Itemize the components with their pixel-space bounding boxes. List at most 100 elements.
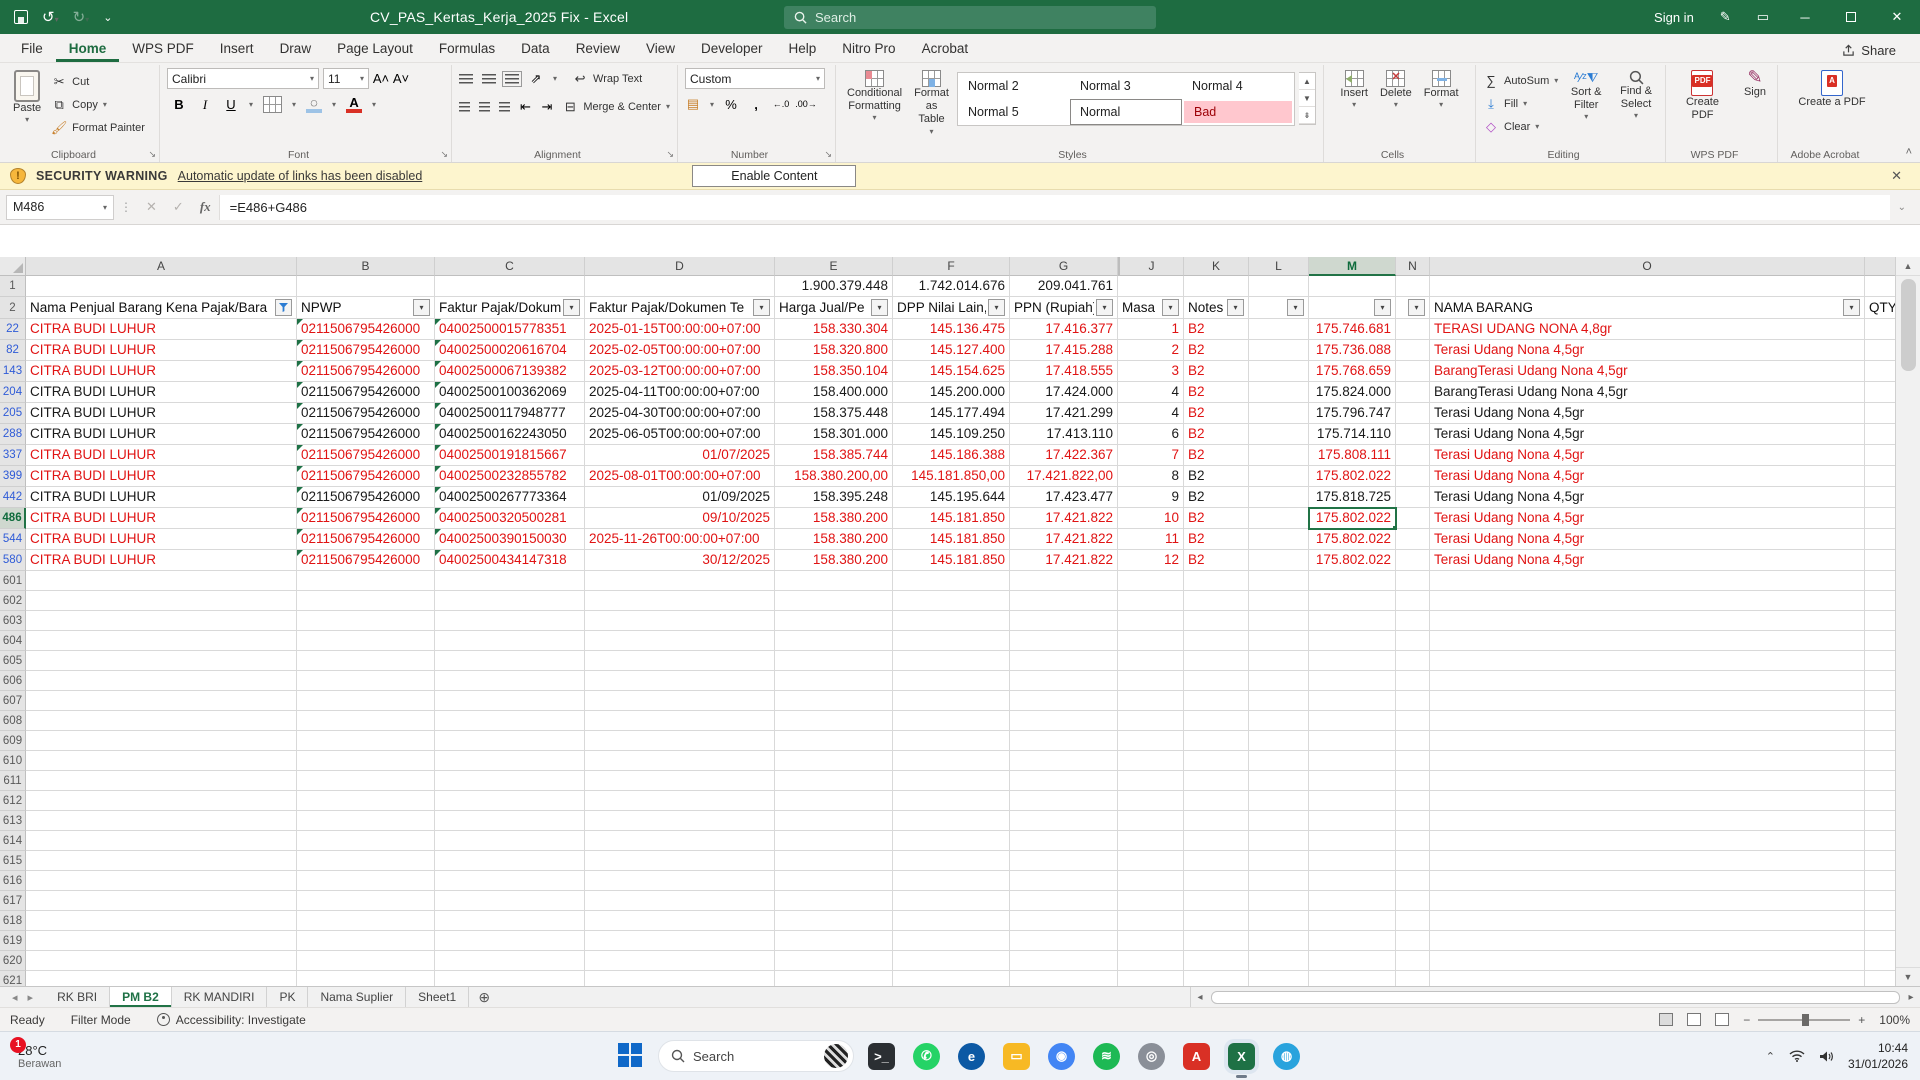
- cell-A601[interactable]: [26, 571, 297, 591]
- cell-E205[interactable]: 158.375.448: [775, 403, 893, 424]
- cell-J601[interactable]: [1118, 571, 1184, 591]
- increase-font-size-icon[interactable]: A˄: [373, 71, 389, 87]
- cell-A610[interactable]: [26, 751, 297, 771]
- cell-K604[interactable]: [1184, 631, 1249, 651]
- format-cells-button[interactable]: Format ▾: [1420, 68, 1463, 112]
- cell-L605[interactable]: [1249, 651, 1309, 671]
- cell-O611[interactable]: [1430, 771, 1865, 791]
- cell-D1[interactable]: [585, 276, 775, 297]
- row-header-608[interactable]: 608: [0, 711, 26, 731]
- cell-A619[interactable]: [26, 931, 297, 951]
- cell-G618[interactable]: [1010, 911, 1118, 931]
- cell-B22[interactable]: 0211506795426000: [297, 319, 435, 340]
- cell-L620[interactable]: [1249, 951, 1309, 971]
- menu-tab-home[interactable]: Home: [56, 36, 120, 62]
- cell-G610[interactable]: [1010, 751, 1118, 771]
- autosum-button[interactable]: ∑ AutoSum ▾: [1483, 70, 1558, 91]
- cell-E613[interactable]: [775, 811, 893, 831]
- cell-G605[interactable]: [1010, 651, 1118, 671]
- cell-J613[interactable]: [1118, 811, 1184, 831]
- menu-tab-developer[interactable]: Developer: [688, 36, 776, 62]
- font-name-select[interactable]: Calibri ▾: [167, 68, 319, 89]
- cell-N604[interactable]: [1396, 631, 1430, 651]
- cell-C82[interactable]: 04002500020616704: [435, 340, 585, 361]
- row-header-620[interactable]: 620: [0, 951, 26, 971]
- customize-quick-access-icon[interactable]: ⌄: [103, 11, 112, 24]
- cell-K607[interactable]: [1184, 691, 1249, 711]
- cell-G614[interactable]: [1010, 831, 1118, 851]
- cell-N205[interactable]: [1396, 403, 1430, 424]
- row-header-610[interactable]: 610: [0, 751, 26, 771]
- security-bar-close-icon[interactable]: ✕: [1883, 168, 1910, 184]
- cell-N204[interactable]: [1396, 382, 1430, 403]
- cell-F608[interactable]: [893, 711, 1010, 731]
- cell-B619[interactable]: [297, 931, 435, 951]
- row-header-602[interactable]: 602: [0, 591, 26, 611]
- cell-O399[interactable]: Terasi Udang Nona 4,5gr: [1430, 466, 1865, 487]
- cell-M609[interactable]: [1309, 731, 1396, 751]
- cell-N288[interactable]: [1396, 424, 1430, 445]
- row-header-337[interactable]: 337: [0, 445, 26, 466]
- cell-619[interactable]: [1865, 931, 1895, 951]
- cell-B605[interactable]: [297, 651, 435, 671]
- row-header-619[interactable]: 619: [0, 931, 26, 951]
- cell-O609[interactable]: [1430, 731, 1865, 751]
- cell-E618[interactable]: [775, 911, 893, 931]
- align-left-icon[interactable]: [459, 101, 471, 112]
- cell-618[interactable]: [1865, 911, 1895, 931]
- cell-M614[interactable]: [1309, 831, 1396, 851]
- clock[interactable]: 10:44 31/01/2026: [1848, 1040, 1908, 1072]
- cell-N610[interactable]: [1396, 751, 1430, 771]
- cell-D204[interactable]: 2025-04-11T00:00:00+07:00: [585, 382, 775, 403]
- cell-K1[interactable]: [1184, 276, 1249, 297]
- cell-L609[interactable]: [1249, 731, 1309, 751]
- cell-C611[interactable]: [435, 771, 585, 791]
- cell-M486[interactable]: 175.802.022: [1308, 507, 1397, 530]
- header-cell-C[interactable]: Faktur Pajak/Dokum ▾: [435, 297, 585, 319]
- align-right-icon[interactable]: [499, 101, 511, 112]
- row-header-486[interactable]: 486: [0, 508, 26, 529]
- cell-C614[interactable]: [435, 831, 585, 851]
- cell-J205[interactable]: 4: [1118, 403, 1184, 424]
- cell-288[interactable]: [1865, 424, 1895, 445]
- cell-O616[interactable]: [1430, 871, 1865, 891]
- cell-A22[interactable]: CITRA BUDI LUHUR: [26, 319, 297, 340]
- cell-K609[interactable]: [1184, 731, 1249, 751]
- cell-B609[interactable]: [297, 731, 435, 751]
- cell-E143[interactable]: 158.350.104: [775, 361, 893, 382]
- cell-J82[interactable]: 2: [1118, 340, 1184, 361]
- cell-604[interactable]: [1865, 631, 1895, 651]
- cell-M82[interactable]: 175.736.088: [1309, 340, 1396, 361]
- cell-M1[interactable]: [1309, 276, 1396, 297]
- cell-F605[interactable]: [893, 651, 1010, 671]
- cell-A611[interactable]: [26, 771, 297, 791]
- excel-icon[interactable]: X: [1228, 1042, 1255, 1078]
- cell-D609[interactable]: [585, 731, 775, 751]
- cell-F615[interactable]: [893, 851, 1010, 871]
- cell-N143[interactable]: [1396, 361, 1430, 382]
- row-header-616[interactable]: 616: [0, 871, 26, 891]
- cell-L204[interactable]: [1249, 382, 1309, 403]
- cell-F613[interactable]: [893, 811, 1010, 831]
- cell-E603[interactable]: [775, 611, 893, 631]
- cell-442[interactable]: [1865, 487, 1895, 508]
- cancel-formula-icon[interactable]: ✕: [146, 199, 157, 215]
- cell-J609[interactable]: [1118, 731, 1184, 751]
- cell-K22[interactable]: B2: [1184, 319, 1249, 340]
- cell-B486[interactable]: 0211506795426000: [297, 508, 435, 529]
- cell-E337[interactable]: 158.385.744: [775, 445, 893, 466]
- cell-E288[interactable]: 158.301.000: [775, 424, 893, 445]
- cell-D82[interactable]: 2025-02-05T00:00:00+07:00: [585, 340, 775, 361]
- cell-D621[interactable]: [585, 971, 775, 986]
- cell-F601[interactable]: [893, 571, 1010, 591]
- menu-tab-help[interactable]: Help: [776, 36, 830, 62]
- cell-O204[interactable]: BarangTerasi Udang Nona 4,5gr: [1430, 382, 1865, 403]
- cell-J611[interactable]: [1118, 771, 1184, 791]
- select-all-corner[interactable]: [0, 257, 26, 276]
- file-explorer-icon[interactable]: ▭: [1003, 1042, 1030, 1070]
- cell-N608[interactable]: [1396, 711, 1430, 731]
- cell-B205[interactable]: 0211506795426000: [297, 403, 435, 424]
- cell-C442[interactable]: 04002500267773364: [435, 487, 585, 508]
- cell-G544[interactable]: 17.421.822: [1010, 529, 1118, 550]
- sheet-tab-pm-b2[interactable]: PM B2: [110, 987, 172, 1007]
